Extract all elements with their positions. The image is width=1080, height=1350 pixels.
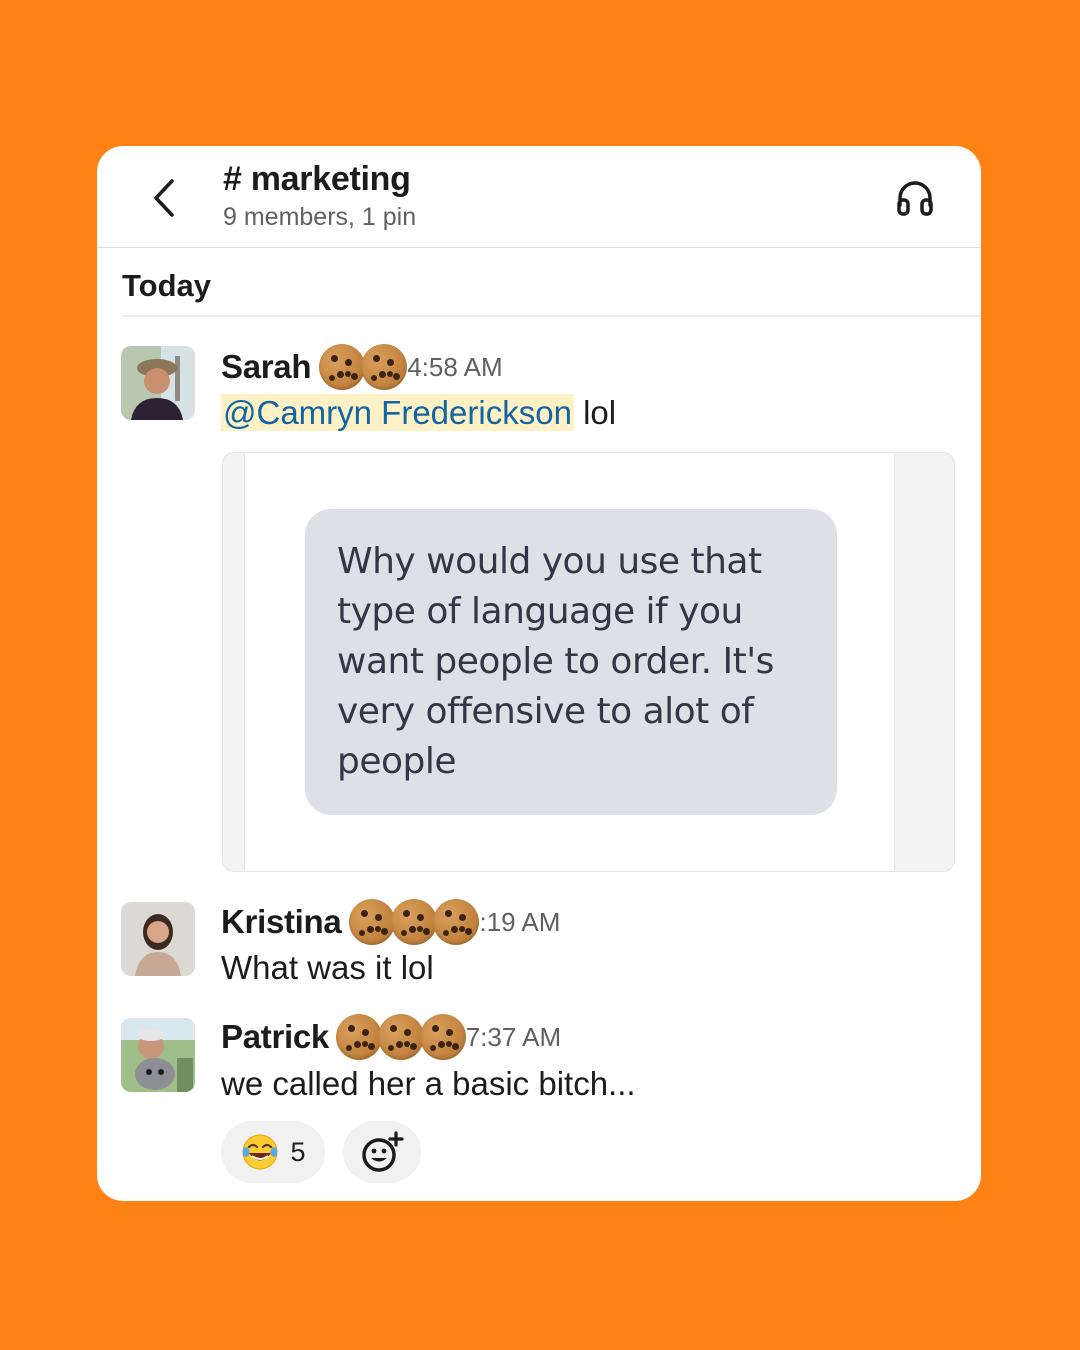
message-time[interactable]: 4:58 AM [407,352,502,383]
cookie-emoji [377,1014,424,1060]
attachment-right-edge [894,453,954,871]
add-reaction-icon [362,1131,404,1172]
add-reaction-button[interactable] [343,1121,421,1183]
day-label: Today [122,268,211,303]
cookie-emoji [419,1014,466,1060]
message-header: Sarah 4:58 AM [221,344,503,390]
cookie-emoji [319,344,366,390]
message-header: Patrick L 7:37 AM [221,1014,561,1060]
back-button[interactable] [141,174,189,222]
cookie-emoji [335,1014,382,1060]
channel-header: # marketing 9 members, 1 pin [97,146,981,248]
status-emoji-group [319,344,408,390]
sender-name[interactable]: Sarah [221,348,312,386]
cookie-emoji [433,899,480,945]
image-attachment[interactable]: Why would you use that type of language … [222,452,955,872]
sender-name[interactable]: Kristina [221,903,342,941]
reactions-row: 5 [221,1121,421,1183]
message-body: we called her a basic bitch... [221,1065,636,1102]
reaction-joy[interactable]: 5 [221,1121,325,1183]
avatar-patrick[interactable] [121,1018,195,1092]
cookie-emoji [391,899,438,945]
status-emoji-group [335,1014,466,1060]
channel-card: # marketing 9 members, 1 pin Today Sarah [97,146,981,1201]
message-body: What was it lol [221,949,434,986]
avatar-sarah[interactable] [121,346,195,420]
cookie-emoji [361,344,408,390]
reaction-count: 5 [290,1136,306,1167]
avatar-image [121,346,195,420]
message-text: @Camryn Frederickson lol [221,394,616,432]
status-emoji-group [349,899,480,945]
channel-meta[interactable]: 9 members, 1 pin [223,203,416,232]
joy-emoji-icon [242,1134,278,1170]
avatar-image [121,1018,195,1092]
message-time[interactable]: :19 AM [479,907,560,938]
chevron-left-icon [154,179,174,217]
day-divider [122,315,981,317]
huddle-button[interactable] [891,174,939,222]
user-mention[interactable]: @Camryn Frederickson [221,394,574,431]
attachment-left-edge [223,453,245,871]
headphones-icon [897,181,933,216]
message-header: Kristina :19 AM [221,899,560,945]
text-message-bubble: Why would you use that type of language … [305,509,837,815]
channel-title[interactable]: # marketing [223,160,411,199]
cookie-emoji [349,899,396,945]
avatar-image [121,902,195,976]
message-time[interactable]: 7:37 AM [466,1022,561,1053]
message-body: lol [583,394,617,431]
avatar-kristina[interactable] [121,902,195,976]
